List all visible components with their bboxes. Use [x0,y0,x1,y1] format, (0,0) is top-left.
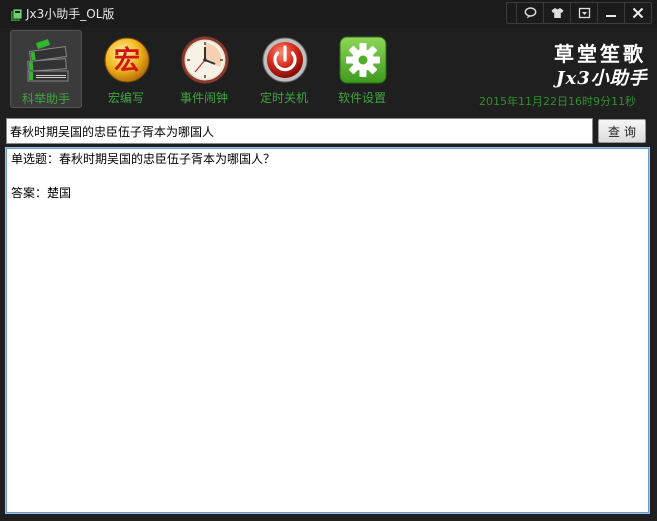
tab-exam-helper-label: 科举助手 [21,92,70,106]
minimize-button[interactable] [597,3,624,23]
result-answer: 答案：楚国 [11,186,72,200]
tab-event-alarm-label: 事件闹钟 [179,91,228,105]
app-window: Jx3小助手_OL版 科举助手 宏 宏编写 事件闹钟 定时关机 软件设置 草堂笙… [0,0,657,521]
result-blank-line [11,168,644,185]
title-bar[interactable]: Jx3小助手_OL版 [0,0,657,28]
skin-icon [551,8,563,18]
close-button[interactable] [624,3,651,23]
minimize-icon [606,15,616,17]
clock-icon [181,36,229,84]
window-controls [516,3,651,23]
macro-icon: 宏 [104,37,150,83]
books-icon [27,39,69,82]
tab-macro-editor[interactable]: 宏 宏编写 [90,30,162,108]
chat-icon [524,7,536,19]
tab-scheduled-shutdown-label: 定时关机 [259,91,308,105]
search-input[interactable] [6,118,593,144]
query-button[interactable]: 查询 [598,119,646,143]
feedback-button[interactable] [516,3,543,23]
main-toolbar: 科举助手 宏 宏编写 事件闹钟 定时关机 软件设置 草堂笙歌 Jx3小助手 20… [0,28,657,112]
power-icon [262,37,308,83]
result-textarea[interactable]: 单选题：春秋时期吴国的忠臣伍子胥本为哪国人？ 答案：楚国 [5,147,650,514]
tab-event-alarm[interactable]: 事件闹钟 [168,30,240,108]
macro-glyph: 宏 [114,45,140,76]
window-title: Jx3小助手_OL版 [26,7,115,21]
tab-exam-helper[interactable]: 科举助手 [10,30,82,108]
menu-button[interactable] [570,3,597,23]
result-question: 单选题：春秋时期吴国的忠臣伍子胥本为哪国人？ [11,152,276,166]
tab-scheduled-shutdown[interactable]: 定时关机 [248,30,320,108]
brand-subtitle: Jx3小助手 [556,68,648,89]
menu-icon [578,7,590,19]
app-logo-icon [11,8,23,21]
brand-title: 草堂笙歌 [554,42,646,66]
tab-macro-editor-label: 宏编写 [107,91,144,105]
current-datetime: 2015年11月22日16时9分11秒 [479,95,636,108]
tab-software-settings[interactable]: 软件设置 [326,30,398,108]
tab-software-settings-label: 软件设置 [337,91,386,105]
close-icon [632,7,644,19]
gear-icon [339,36,387,84]
skin-button[interactable] [543,3,570,23]
